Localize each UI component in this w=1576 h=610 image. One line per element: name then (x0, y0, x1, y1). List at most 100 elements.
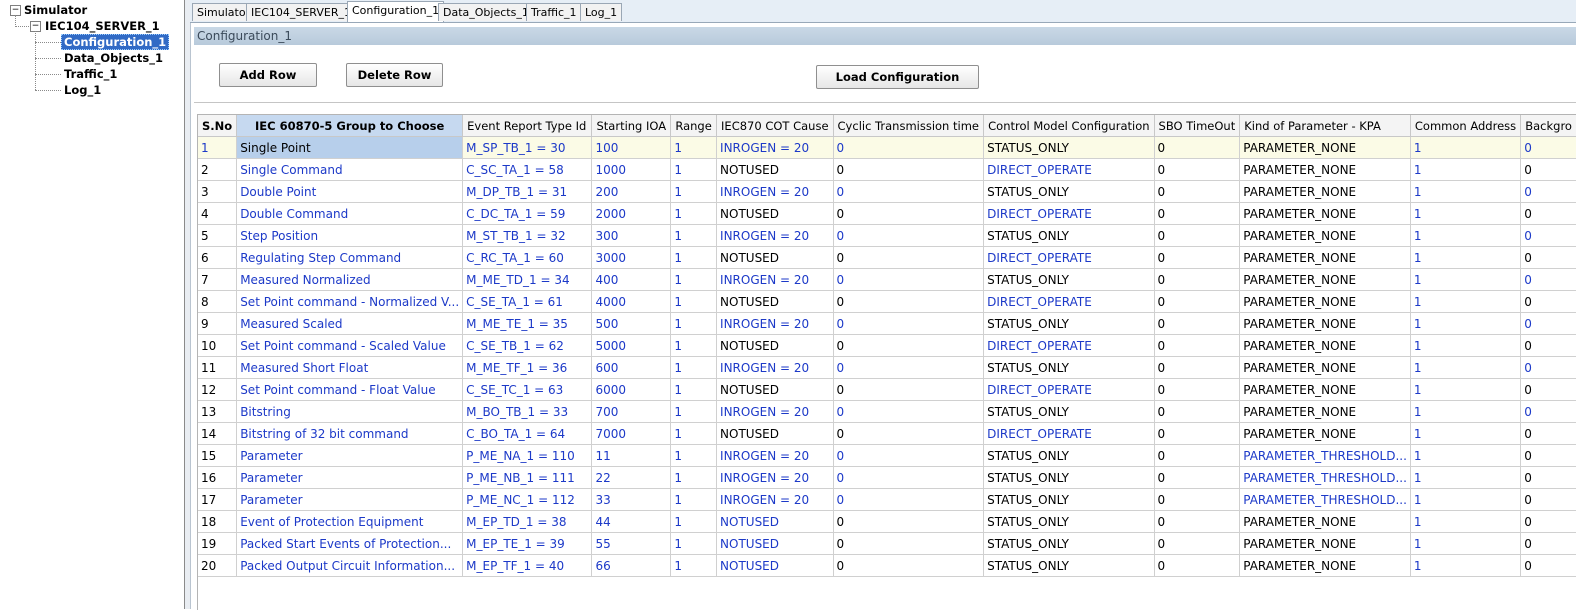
cell-cyclic-time[interactable]: 0 (833, 290, 985, 313)
cell-cot-cause[interactable]: NOTUSED (716, 246, 834, 269)
cell-kpa[interactable]: PARAMETER_THRESHOLD... (1239, 488, 1411, 511)
cell-cyclic-time[interactable]: 0 (833, 422, 985, 445)
cell-common-address[interactable]: 1 (1410, 422, 1522, 445)
table-row[interactable]: 3 Double Point M_DP_TB_1 = 31 200 1 INROGEN =… (198, 180, 1576, 203)
cell-background[interactable]: 0 (1520, 334, 1576, 357)
project-tree[interactable]: − Simulator − IEC104_SERVER_1 Configurat… (0, 0, 185, 609)
table-row[interactable]: 14 Bitstring of 32 bit command C_BO_TA_1 =… (198, 422, 1576, 445)
cell-control-model[interactable]: STATUS_ONLY (983, 312, 1155, 335)
column-header-control-model[interactable]: Control Model Configuration (983, 115, 1155, 137)
cell-sbo-timeout[interactable]: 0 (1154, 532, 1241, 555)
cell-control-model[interactable]: STATUS_ONLY (983, 488, 1155, 511)
table-row[interactable]: 6 Regulating Step Command C_RC_TA_1 = 60 30… (198, 246, 1576, 269)
cell-type-id[interactable]: M_DP_TB_1 = 31 (462, 180, 593, 203)
table-row[interactable]: 8 Set Point command - Normalized V... C_SE… (198, 290, 1576, 313)
cell-control-model[interactable]: DIRECT_OPERATE (983, 202, 1155, 225)
cell-control-model[interactable]: STATUS_ONLY (983, 268, 1155, 291)
cell-background[interactable]: 0 (1520, 532, 1576, 555)
table-row[interactable]: 9 Measured Scaled M_ME_TE_1 = 35 500 1 INROGE… (198, 312, 1576, 335)
table-row[interactable]: 7 Measured Normalized M_ME_TD_1 = 34 400 1 IN… (198, 268, 1576, 291)
cell-control-model[interactable]: DIRECT_OPERATE (983, 378, 1155, 401)
cell-range[interactable]: 1 (670, 312, 718, 335)
cell-sno[interactable]: 2 (198, 158, 238, 181)
cell-type-id[interactable]: C_DC_TA_1 = 59 (462, 202, 593, 225)
cell-sbo-timeout[interactable]: 0 (1154, 466, 1241, 489)
cell-group[interactable]: Packed Output Circuit Information... (236, 554, 464, 577)
cell-kpa[interactable]: PARAMETER_NONE (1239, 268, 1411, 291)
cell-cyclic-time[interactable]: 0 (833, 444, 985, 467)
cell-cyclic-time[interactable]: 0 (833, 488, 985, 511)
tab-log[interactable]: Log_1 (580, 3, 623, 21)
tab-data-objects[interactable]: Data_Objects_1 (438, 3, 534, 21)
cell-range[interactable]: 1 (670, 136, 718, 159)
cell-cot-cause[interactable]: NOTUSED (716, 510, 834, 533)
cell-sno[interactable]: 6 (198, 246, 238, 269)
cell-cyclic-time[interactable]: 0 (833, 378, 985, 401)
cell-kpa[interactable]: PARAMETER_NONE (1239, 400, 1411, 423)
column-header-cyclic-time[interactable]: Cyclic Transmission time (833, 115, 985, 137)
cell-starting-ioa[interactable]: 400 (591, 268, 672, 291)
cell-cyclic-time[interactable]: 0 (833, 400, 985, 423)
cell-background[interactable]: 0 (1520, 422, 1576, 445)
cell-starting-ioa[interactable]: 11 (591, 444, 672, 467)
cell-control-model[interactable]: STATUS_ONLY (983, 224, 1155, 247)
cell-sno[interactable]: 15 (198, 444, 238, 467)
tree-node-data-objects[interactable]: Data_Objects_1 (64, 51, 163, 65)
tree-node-server[interactable]: IEC104_SERVER_1 (45, 19, 160, 33)
cell-kpa[interactable]: PARAMETER_NONE (1239, 224, 1411, 247)
cell-sbo-timeout[interactable]: 0 (1154, 136, 1241, 159)
table-row[interactable]: 1 Single Point M_SP_TB_1 = 30 100 1 INROGEN =… (198, 136, 1576, 159)
table-row[interactable]: 4 Double Command C_DC_TA_1 = 59 2000 1 NOTUSE… (198, 202, 1576, 225)
cell-starting-ioa[interactable]: 300 (591, 224, 672, 247)
configuration-grid[interactable]: S.No IEC 60870-5 Group to Choose Event Rep… (197, 114, 1576, 610)
cell-sbo-timeout[interactable]: 0 (1154, 422, 1241, 445)
cell-range[interactable]: 1 (670, 532, 718, 555)
cell-common-address[interactable]: 1 (1410, 532, 1522, 555)
cell-cyclic-time[interactable]: 0 (833, 312, 985, 335)
cell-background[interactable]: 0 (1520, 268, 1576, 291)
cell-group[interactable]: Set Point command - Scaled Value (236, 334, 464, 357)
cell-common-address[interactable]: 1 (1410, 136, 1522, 159)
cell-cot-cause[interactable]: NOTUSED (716, 378, 834, 401)
cell-cot-cause[interactable]: NOTUSED (716, 334, 834, 357)
cell-control-model[interactable]: STATUS_ONLY (983, 444, 1155, 467)
cell-common-address[interactable]: 1 (1410, 400, 1522, 423)
column-header-sno[interactable]: S.No (198, 115, 238, 137)
cell-range[interactable]: 1 (670, 334, 718, 357)
cell-kpa[interactable]: PARAMETER_NONE (1239, 334, 1411, 357)
cell-range[interactable]: 1 (670, 554, 718, 577)
cell-group[interactable]: Double Point (236, 180, 464, 203)
cell-sbo-timeout[interactable]: 0 (1154, 554, 1241, 577)
cell-common-address[interactable]: 1 (1410, 466, 1522, 489)
cell-common-address[interactable]: 1 (1410, 312, 1522, 335)
cell-control-model[interactable]: STATUS_ONLY (983, 554, 1155, 577)
cell-type-id[interactable]: M_EP_TD_1 = 38 (462, 510, 593, 533)
cell-control-model[interactable]: DIRECT_OPERATE (983, 290, 1155, 313)
cell-common-address[interactable]: 1 (1410, 334, 1522, 357)
table-row[interactable]: 18 Event of Protection Equipment M_EP_TD_1… (198, 510, 1576, 533)
cell-kpa[interactable]: PARAMETER_NONE (1239, 532, 1411, 555)
cell-control-model[interactable]: STATUS_ONLY (983, 356, 1155, 379)
cell-cyclic-time[interactable]: 0 (833, 268, 985, 291)
column-header-cot-cause[interactable]: IEC870 COT Cause (716, 115, 834, 137)
cell-sno[interactable]: 11 (198, 356, 238, 379)
cell-common-address[interactable]: 1 (1410, 224, 1522, 247)
cell-kpa[interactable]: PARAMETER_THRESHOLD... (1239, 444, 1411, 467)
cell-sbo-timeout[interactable]: 0 (1154, 334, 1241, 357)
tab-traffic[interactable]: Traffic_1 (526, 3, 582, 21)
cell-starting-ioa[interactable]: 22 (591, 466, 672, 489)
cell-common-address[interactable]: 1 (1410, 510, 1522, 533)
cell-group[interactable]: Single Command (236, 158, 464, 181)
cell-background[interactable]: 0 (1520, 378, 1576, 401)
cell-kpa[interactable]: PARAMETER_NONE (1239, 136, 1411, 159)
cell-background[interactable]: 0 (1520, 312, 1576, 335)
cell-sno[interactable]: 13 (198, 400, 238, 423)
cell-type-id[interactable]: M_SP_TB_1 = 30 (462, 136, 593, 159)
cell-kpa[interactable]: PARAMETER_NONE (1239, 312, 1411, 335)
cell-kpa[interactable]: PARAMETER_NONE (1239, 180, 1411, 203)
cell-sno[interactable]: 16 (198, 466, 238, 489)
cell-sbo-timeout[interactable]: 0 (1154, 488, 1241, 511)
cell-cot-cause[interactable]: NOTUSED (716, 532, 834, 555)
cell-sno[interactable]: 20 (198, 554, 238, 577)
cell-sbo-timeout[interactable]: 0 (1154, 268, 1241, 291)
